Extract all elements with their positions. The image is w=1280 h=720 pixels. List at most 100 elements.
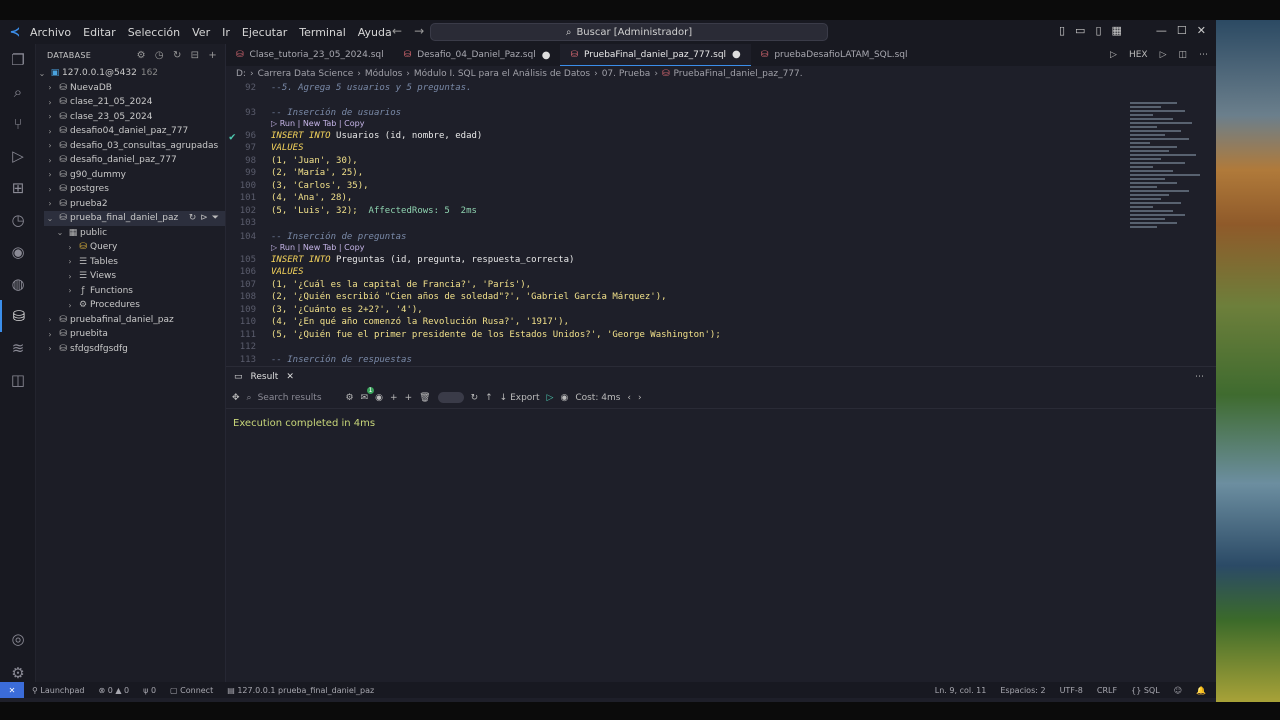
toggle-secondary-sidebar-icon[interactable]: ▯ — [1095, 24, 1101, 37]
codelens-run[interactable]: ▷ Run | New Tab | Copy — [271, 243, 364, 252]
settings-gear-icon[interactable]: ⚙ — [137, 50, 146, 61]
upload-icon[interactable]: ↑ — [485, 393, 493, 403]
menu-ejecutar[interactable]: Ejecutar — [242, 26, 287, 39]
more-actions-icon[interactable]: ⋯ — [1195, 372, 1204, 382]
layout-icon[interactable]: ▦ — [1112, 24, 1122, 37]
export-button[interactable]: ↓ Export — [500, 393, 540, 403]
breadcrumb-item[interactable]: PruebaFinal_daniel_paz_777. — [673, 69, 802, 79]
indentation[interactable]: Espacios: 2 — [1000, 686, 1045, 695]
refresh-icon[interactable]: ↻ — [173, 50, 182, 61]
breadcrumb-item[interactable]: 07. Prueba — [602, 69, 651, 79]
hex-button[interactable]: HEX — [1129, 50, 1148, 60]
tree-item-db[interactable]: › ⛁ pruebafinal_daniel_paz — [44, 313, 225, 328]
ports-item[interactable]: ψ 0 — [143, 686, 156, 695]
command-center[interactable]: ⌕ Buscar [Administrador] — [430, 23, 828, 41]
settings-gear-icon[interactable]: ⚙ — [346, 393, 354, 403]
timeline-icon[interactable]: ◷ — [0, 204, 36, 236]
toggle-sidebar-icon[interactable]: ▯ — [1059, 24, 1065, 37]
problems-item[interactable]: ⊗ 0 ▲ 0 — [98, 686, 129, 695]
history-icon[interactable]: ◷ — [155, 50, 164, 61]
refresh-icon[interactable]: ↻ — [189, 213, 197, 223]
refresh-icon[interactable]: ↻ — [471, 393, 479, 403]
unsaved-dot-icon[interactable]: ● — [732, 49, 741, 60]
menu-ir[interactable]: Ir — [222, 26, 230, 39]
split-editor-icon[interactable]: ◫ — [1178, 50, 1187, 60]
tree-item-db[interactable]: › ⛁ desafio_03_consultas_agrupadas — [44, 139, 225, 154]
github-icon[interactable]: ◉ — [375, 393, 383, 403]
add-connection-icon[interactable]: + — [208, 50, 217, 61]
connection-node[interactable]: ⌄ ▣ 127.0.0.1@5432 162 — [36, 66, 225, 81]
launchpad-item[interactable]: ⚲ Launchpad — [32, 686, 84, 695]
edit-toggle[interactable] — [437, 392, 464, 403]
tab-clase-tutoria[interactable]: ⛁ Clase_tutoria_23_05_2024.sql — [226, 44, 394, 66]
forward-arrow-icon[interactable]: → — [414, 24, 424, 38]
minimize-icon[interactable]: — — [1156, 24, 1167, 37]
mail-icon[interactable]: ✉ 1 — [361, 386, 375, 403]
database-icon[interactable]: ⛁ — [0, 300, 36, 332]
collapse-all-icon[interactable]: ⊟ — [191, 50, 200, 61]
tree-item-db[interactable]: › ⛁ prueba2 — [44, 197, 225, 212]
tree-item-db[interactable]: › ⛁ postgres — [44, 182, 225, 197]
tab-desafio-04[interactable]: ⛁ Desafio_04_Daniel_Paz.sql ● — [394, 44, 561, 66]
menu-terminal[interactable]: Terminal — [299, 26, 346, 39]
add-row-icon[interactable]: + — [390, 393, 398, 403]
end-of-line[interactable]: CRLF — [1097, 686, 1117, 695]
tree-item-db[interactable]: › ⛁ pruebita — [44, 327, 225, 342]
breadcrumb-item[interactable]: Carrera Data Science — [258, 69, 354, 79]
menu-seleccion[interactable]: Selección — [128, 26, 180, 39]
run-debug-icon[interactable]: ▷ — [0, 140, 36, 172]
remote-indicator-icon[interactable]: ✕ — [0, 682, 24, 698]
menu-ayuda[interactable]: Ayuda — [358, 26, 392, 39]
tree-item-schema[interactable]: ⌄ ▦ public — [54, 226, 225, 241]
breadcrumb-item[interactable]: D: — [236, 69, 246, 79]
source-control-icon[interactable]: ⑂ — [0, 108, 36, 140]
close-panel-icon[interactable]: ✕ — [286, 372, 294, 382]
tree-item-procedures[interactable]: › ⚙ Procedures — [64, 298, 225, 313]
codelens-run[interactable]: ▷ Run | New Tab | Copy — [271, 119, 364, 128]
next-page-icon[interactable]: › — [638, 393, 642, 403]
breadcrumb-item[interactable]: Módulos — [365, 69, 402, 79]
move-icon[interactable]: ✥ — [232, 393, 240, 403]
extensions-icon[interactable]: ⊞ — [0, 172, 36, 204]
maximize-icon[interactable]: ☐ — [1177, 24, 1187, 37]
code-editor[interactable]: 92 --5. Agrega 5 usuarios y 5 preguntas.… — [226, 82, 1216, 366]
remote-icon[interactable]: ◉ — [0, 236, 36, 268]
open-query-icon[interactable]: ⊳ — [200, 213, 208, 223]
close-icon[interactable]: ✕ — [1197, 24, 1206, 37]
tab-prueba-final[interactable]: ⛁ PruebaFinal_daniel_paz_777.sql ● — [560, 44, 751, 66]
play-icon[interactable]: ▷ — [547, 393, 554, 403]
run-icon[interactable]: ▷ — [1110, 50, 1117, 60]
tree-item-db[interactable]: › ⛁ desafio_daniel_paz_777 — [44, 153, 225, 168]
tree-item-query[interactable]: › ⛁ Query — [64, 240, 225, 255]
language-mode[interactable]: {} SQL — [1131, 686, 1160, 695]
tree-item-db[interactable]: › ⛁ g90_dummy — [44, 168, 225, 183]
nosql-icon[interactable]: ◫ — [0, 364, 36, 396]
notifications-bell-icon[interactable]: 🔔 — [1196, 686, 1206, 695]
tab-prueba-desafio-latam[interactable]: ⛁ pruebaDesafioLATAM_SQL.sql — [751, 44, 918, 66]
tree-item-db[interactable]: › ⛁ desafio04_daniel_paz_777 — [44, 124, 225, 139]
search-icon[interactable]: ⌕ — [0, 76, 36, 108]
tree-item-db-selected[interactable]: ⌄ ⛁ prueba_final_daniel_paz ↻ ⊳ ⏷ — [44, 211, 225, 226]
menu-ver[interactable]: Ver — [192, 26, 210, 39]
prev-page-icon[interactable]: ‹ — [627, 393, 631, 403]
tree-item-db[interactable]: › ⛁ clase_23_05_2024 — [44, 110, 225, 125]
stack-icon[interactable]: ≋ — [0, 332, 36, 364]
encoding[interactable]: UTF-8 — [1060, 686, 1083, 695]
menu-archivo[interactable]: Archivo — [30, 26, 71, 39]
deploy-icon[interactable]: ◍ — [0, 268, 36, 300]
tree-item-tables[interactable]: › ☰ Tables — [64, 255, 225, 270]
tab-result[interactable]: Result — [251, 372, 279, 382]
feedback-icon[interactable]: ☺ — [1174, 686, 1182, 695]
filter-icon[interactable]: ⏷ — [212, 213, 219, 223]
tree-item-db[interactable]: › ⛁ clase_21_05_2024 — [44, 95, 225, 110]
unsaved-dot-icon[interactable]: ● — [542, 50, 551, 61]
account-icon[interactable]: ◎ — [0, 623, 36, 655]
tree-item-views[interactable]: › ☰ Views — [64, 269, 225, 284]
toggle-panel-icon[interactable]: ▭ — [1075, 24, 1085, 37]
run-file-icon[interactable]: ▷ — [1160, 50, 1167, 60]
tree-item-db[interactable]: › ⛁ sfdgsdfgsdfg — [44, 342, 225, 357]
db-connection-item[interactable]: ▤ 127.0.0.1 prueba_final_daniel_paz — [227, 686, 374, 695]
search-results-field[interactable]: ⌕ Search results — [247, 393, 339, 403]
explorer-icon[interactable]: ❐ — [0, 44, 36, 76]
breadcrumb-item[interactable]: Módulo I. SQL para el Análisis de Datos — [414, 69, 590, 79]
